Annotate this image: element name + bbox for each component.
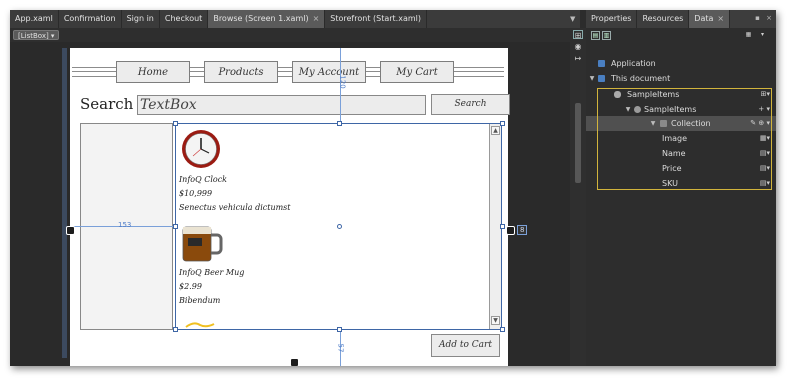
tab-browse[interactable]: Browse (Screen 1.xaml) × — [208, 10, 326, 28]
search-label: Search — [80, 95, 134, 113]
product-description: Bibendum — [179, 296, 221, 305]
vertical-scrollbar[interactable] — [575, 103, 581, 183]
tabs-dropdown-icon[interactable]: ▼ — [570, 15, 575, 23]
product-price: $10,999 — [179, 189, 213, 198]
scroll-up-icon[interactable]: ▲ — [491, 126, 500, 135]
resize-handle-left[interactable] — [173, 224, 178, 229]
tab-sign-in[interactable]: Sign in — [122, 10, 160, 28]
tab-label: Confirmation — [63, 14, 116, 23]
close-icon[interactable]: × — [313, 14, 320, 23]
create-data-source-icon[interactable]: ▦ — [744, 31, 753, 40]
resize-handle-bottom-left[interactable] — [173, 327, 178, 332]
data-panel: Properties Resources Data × ▪ × ▤ ▥ ▦ ▾ A… — [586, 10, 776, 366]
document-tab-strip: App.xaml Confirmation Sign in Checkout B… — [10, 10, 580, 28]
left-margin-value: 153 — [118, 221, 132, 229]
right-pin-icon[interactable] — [506, 226, 515, 235]
tab-properties[interactable]: Properties — [586, 10, 638, 28]
add-to-cart-button[interactable]: Add to Cart — [431, 334, 500, 357]
tree-label: Application — [611, 59, 656, 68]
tab-label: Properties — [591, 14, 632, 23]
panel-controls: ▪ × — [755, 14, 772, 22]
tab-storefront[interactable]: Storefront (Start.xaml) — [325, 10, 427, 28]
product-name: InfoQ Beer Mug — [179, 268, 245, 277]
tab-label: App.xaml — [15, 14, 53, 23]
document-icon — [598, 75, 605, 82]
product-name: InfoQ Clock — [179, 175, 228, 184]
list-mode-icon[interactable]: ▤ — [591, 31, 600, 40]
tab-label: Resources — [642, 14, 684, 23]
tab-label: Browse (Screen 1.xaml) — [213, 14, 309, 23]
pin-icon[interactable]: ▪ — [755, 14, 760, 22]
nav-products-button[interactable]: Products — [204, 61, 278, 83]
eye-icon[interactable]: ◉ — [573, 42, 583, 51]
resize-handle-bottom-right[interactable] — [500, 327, 505, 332]
bottom-margin-value: 57 — [336, 343, 345, 353]
product-price: $2.99 — [179, 282, 202, 291]
close-icon[interactable]: × — [766, 14, 772, 22]
tab-checkout[interactable]: Checkout — [160, 10, 209, 28]
bottom-pin-icon[interactable] — [290, 358, 299, 366]
split-view-icon[interactable]: ⊞ — [573, 30, 583, 40]
resize-handle-top-right[interactable] — [500, 121, 505, 126]
resize-handle-right[interactable] — [500, 224, 505, 229]
tree-label: This document — [611, 74, 671, 83]
artboard[interactable]: Home Products My Account My Cart Search … — [10, 42, 570, 366]
resize-handle-top-left[interactable] — [173, 121, 178, 126]
left-pin-icon[interactable] — [66, 226, 75, 235]
tab-confirmation[interactable]: Confirmation — [59, 10, 122, 28]
blend-window: App.xaml Confirmation Sign in Checkout B… — [10, 10, 776, 366]
right-margin-value: 8 — [517, 225, 528, 235]
clock-image — [182, 130, 220, 168]
details-mode-icon[interactable]: ▥ — [602, 31, 611, 40]
next-item-peek-image — [185, 322, 215, 328]
expand-icon[interactable]: ▼ — [588, 71, 596, 86]
panel-tab-strip: Properties Resources Data × — [586, 10, 776, 28]
breadcrumb-bar: [ListBox] ▾ — [10, 28, 580, 42]
document-icon — [598, 60, 605, 67]
tab-resources[interactable]: Resources — [637, 10, 690, 28]
product-description: Senectus vehicula dictumst — [179, 203, 291, 212]
tab-label: Checkout — [164, 14, 203, 23]
nav-my-cart-button[interactable]: My Cart — [380, 61, 454, 83]
search-button[interactable]: Search — [431, 94, 510, 115]
tab-label: Data — [694, 14, 714, 23]
design-surface[interactable]: Home Products My Account My Cart Search … — [69, 48, 510, 366]
breadcrumb[interactable]: [ListBox] ▾ — [13, 30, 60, 40]
snap-icon[interactable]: ↦ — [573, 54, 583, 63]
resize-handle-top[interactable] — [337, 121, 342, 126]
nav-home-button[interactable]: Home — [116, 61, 190, 83]
create-sample-data-icon[interactable]: ▾ — [758, 31, 767, 40]
tab-data[interactable]: Data × — [689, 10, 731, 28]
nav-my-account-button[interactable]: My Account — [292, 61, 366, 83]
beer-mug-image — [182, 226, 223, 262]
close-icon[interactable]: × — [717, 14, 724, 23]
tab-app-xaml[interactable]: App.xaml — [10, 10, 59, 28]
data-toolbar: ▤ ▥ ▦ ▾ — [586, 28, 776, 44]
tab-label: Sign in — [126, 14, 154, 23]
scroll-down-icon[interactable]: ▼ — [491, 316, 500, 325]
sample-data-highlight — [597, 88, 772, 190]
view-toolstrip: ⊞ ◉ ↦ — [570, 28, 586, 366]
top-margin-value: 120 — [338, 75, 347, 89]
tree-item-this-document[interactable]: ▼ This document — [586, 71, 776, 86]
search-input[interactable]: TextBox — [137, 95, 426, 115]
artboard-left-edge — [62, 48, 67, 358]
center-point-handle[interactable] — [337, 224, 342, 229]
resize-handle-bottom[interactable] — [337, 327, 342, 332]
tab-label: Storefront (Start.xaml) — [330, 14, 421, 23]
tree-item-application[interactable]: Application — [586, 56, 776, 71]
